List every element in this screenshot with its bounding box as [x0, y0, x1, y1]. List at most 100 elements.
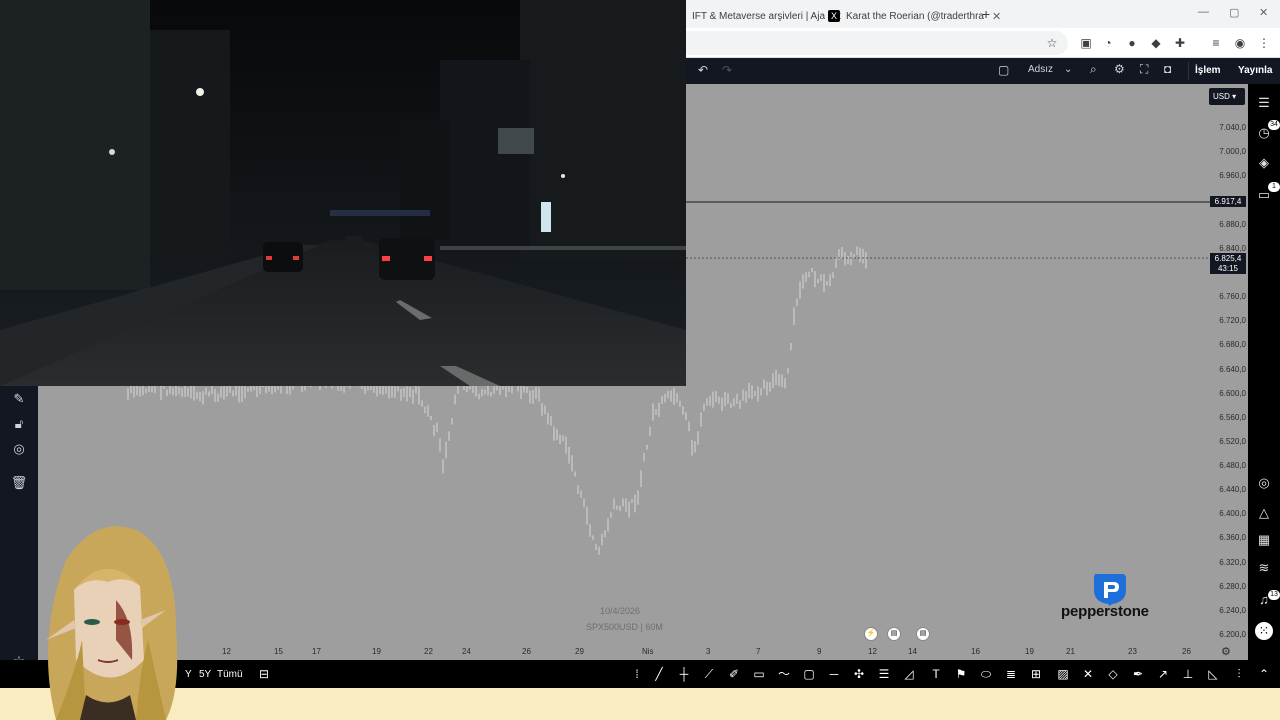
chevron-down-icon[interactable]: ⌄: [1064, 64, 1072, 75]
watermark-date: 10/4/2026: [600, 606, 641, 616]
channel-tool-icon[interactable]: ☰: [875, 665, 893, 683]
price-tick: 6.320,0: [1219, 558, 1246, 567]
target-icon[interactable]: ◎: [1255, 474, 1273, 492]
range-all[interactable]: Tümü: [217, 669, 243, 680]
time-tick: 17: [312, 647, 321, 656]
price-tick: 6.880,0: [1219, 220, 1246, 229]
trendline-tool-icon[interactable]: ╱: [650, 665, 668, 683]
callout-tool-icon[interactable]: ▢: [800, 665, 818, 683]
rss-icon[interactable]: ≋: [1255, 559, 1273, 577]
time-tick: 29: [575, 647, 584, 656]
layout-name[interactable]: Adsız: [1028, 64, 1053, 75]
eye-icon[interactable]: ◎: [10, 440, 28, 458]
event-lightning-icon[interactable]: ⚡: [864, 627, 878, 641]
price-axis[interactable]: 7.040,0 7.000,0 6.960,0 6.880,0 6.840,0 …: [1210, 84, 1248, 660]
path-tool-icon[interactable]: 〜: [775, 665, 793, 683]
image-tool-icon[interactable]: ▨: [1054, 665, 1072, 683]
price-tick: 6.680,0: [1219, 340, 1246, 349]
fib-retracement-icon[interactable]: ⊞: [1027, 665, 1045, 683]
layers-icon[interactable]: ◈: [1255, 154, 1273, 172]
shape-tool-icon[interactable]: ⬭: [977, 665, 995, 683]
watchlist-icon[interactable]: ☰: [1255, 94, 1273, 112]
fullscreen-icon[interactable]: ⛶: [1140, 62, 1148, 77]
event-flag-us-icon[interactable]: ▤: [916, 627, 930, 641]
pen-tool-icon[interactable]: ✒: [1129, 665, 1147, 683]
address-bar[interactable]: [680, 31, 1068, 55]
time-tick: 12: [222, 647, 231, 656]
interval-label: 60M: [645, 622, 663, 632]
event-flag-us-icon[interactable]: ▤: [887, 627, 901, 641]
extension-icon[interactable]: ◔: [1100, 35, 1116, 51]
price-tick: 6.440,0: [1219, 485, 1246, 494]
rectangle-tool-icon[interactable]: ▭: [750, 665, 768, 683]
bookmark-star-icon[interactable]: ☆: [1044, 35, 1060, 51]
chevron-up-icon[interactable]: ⌃: [1255, 665, 1273, 683]
close-window-button[interactable]: ✕: [1259, 6, 1268, 19]
trade-button[interactable]: İşlem: [1188, 62, 1227, 80]
lock-icon[interactable]: 🔓︎: [10, 415, 28, 433]
camera-icon[interactable]: ◘: [1164, 62, 1171, 76]
x-logo-icon: X: [828, 10, 840, 22]
time-tick: 15: [274, 647, 283, 656]
time-tick: 9: [817, 647, 822, 656]
xabcd-tool-icon[interactable]: ✕: [1079, 665, 1097, 683]
minimize-button[interactable]: —: [1198, 6, 1209, 18]
puzzle-icon[interactable]: ✚: [1172, 35, 1188, 51]
currency-selector[interactable]: USD ▾: [1209, 88, 1245, 105]
fib-tool-icon[interactable]: ⟋: [700, 665, 718, 683]
menu-dots-icon[interactable]: ⋮: [1256, 35, 1272, 51]
eraser-tool-icon[interactable]: ◇: [1104, 665, 1122, 683]
tab-close-icon[interactable]: ✕: [992, 10, 1001, 23]
trash-icon[interactable]: 🗑︎: [10, 474, 28, 492]
undo-icon[interactable]: ↶: [698, 63, 708, 77]
long-position-icon[interactable]: ⊥: [1179, 665, 1197, 683]
arrow-tool-icon[interactable]: ↗: [1154, 665, 1172, 683]
measure-tool-icon[interactable]: ◺: [1204, 665, 1222, 683]
text-tool-icon[interactable]: T: [927, 665, 945, 683]
calendar-icon[interactable]: ▦: [1255, 531, 1273, 549]
browser-tab-2[interactable]: X Karat the Roerian (@traderthra ✕: [822, 4, 1007, 28]
gear-icon[interactable]: ⚙: [1114, 62, 1125, 76]
triangle-icon[interactable]: △: [1255, 504, 1273, 522]
ideas-badge: 1: [1268, 182, 1280, 192]
extension-icon[interactable]: ▣: [1078, 35, 1094, 51]
profile-icon[interactable]: ◉: [1232, 35, 1248, 51]
price-tick: 6.600,0: [1219, 389, 1246, 398]
time-axis[interactable]: 12 15 17 19 22 24 26 29 Nis 3 7 9 12 14 …: [38, 644, 1210, 660]
tab-title: Karat the Roerian (@traderthra: [846, 10, 984, 22]
crosshair-tool-icon[interactable]: ┼: [675, 665, 693, 683]
extension-icon[interactable]: ●: [1124, 35, 1140, 51]
axis-settings-icon[interactable]: ⚙: [1221, 645, 1231, 658]
time-tick: 19: [1025, 647, 1034, 656]
video-overlay[interactable]: [0, 0, 686, 386]
extension-icon[interactable]: ◆: [1148, 35, 1164, 51]
publish-button[interactable]: Yayınla: [1232, 62, 1278, 80]
redo-icon[interactable]: ↷: [722, 63, 732, 77]
currency-label: USD: [1213, 92, 1230, 101]
price-tick: 6.280,0: [1219, 582, 1246, 591]
time-tick: Nis: [642, 647, 654, 656]
node-tool-icon[interactable]: ✣: [850, 665, 868, 683]
time-tick: 26: [1182, 647, 1191, 656]
range-5y[interactable]: 5Y: [199, 669, 211, 680]
maximize-button[interactable]: ▢: [1229, 6, 1239, 19]
watermark-symbol: SPX500USD | 60M: [586, 622, 663, 632]
ray-tool-icon[interactable]: ─: [825, 665, 843, 683]
time-tick: 3: [706, 647, 711, 656]
new-tab-button[interactable]: +: [982, 6, 990, 22]
layout-icon[interactable]: ▢: [998, 63, 1009, 77]
symbol-label: SPX500USD: [586, 622, 639, 632]
gann-tool-icon[interactable]: ≣: [1002, 665, 1020, 683]
apps-grid-icon[interactable]: ⁙: [1255, 622, 1273, 640]
pencil-lock-icon[interactable]: ✎: [10, 390, 28, 408]
search-icon[interactable]: ⌕: [1090, 62, 1097, 77]
date-range-icon[interactable]: ⊟: [255, 665, 273, 683]
brush-tool-icon[interactable]: ✐: [725, 665, 743, 683]
time-tick: 7: [756, 647, 761, 656]
time-tick: 23: [1128, 647, 1137, 656]
settings-sliders-icon[interactable]: ⫶: [1230, 665, 1248, 683]
pitchfork-tool-icon[interactable]: ◿: [900, 665, 918, 683]
drag-handle-icon[interactable]: ⁞: [628, 665, 646, 683]
media-icon[interactable]: ≡: [1208, 35, 1224, 51]
flag-tool-icon[interactable]: ⚑: [952, 665, 970, 683]
